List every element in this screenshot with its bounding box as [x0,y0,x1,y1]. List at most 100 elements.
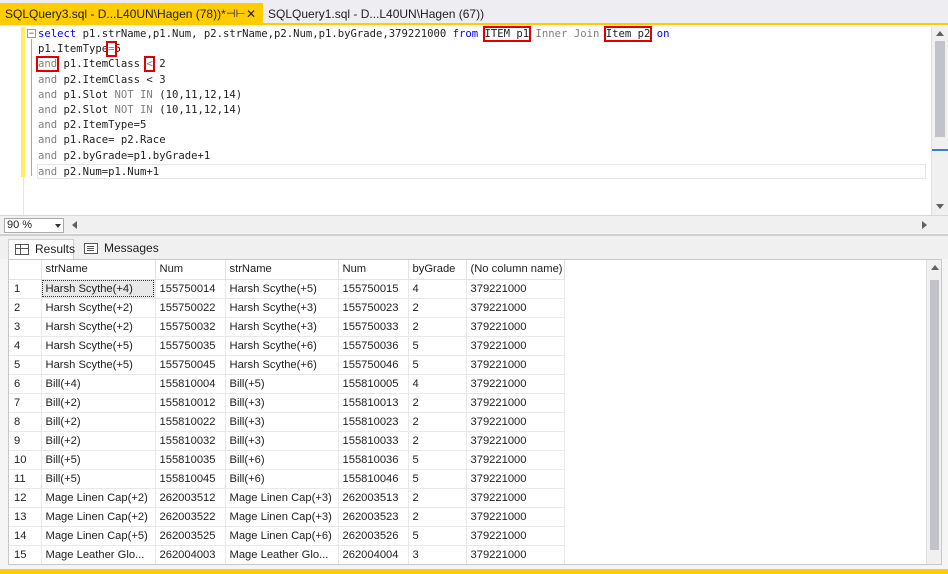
collapse-toggle-icon[interactable]: − [27,29,36,38]
table-cell[interactable]: 155810005 [338,374,409,394]
scroll-up-icon[interactable] [931,265,939,270]
table-cell[interactable]: Harsh Scythe(+5) [41,355,156,375]
table-cell[interactable]: 155810035 [155,450,226,470]
table-cell[interactable]: 155810045 [155,469,226,489]
table-row[interactable]: 13 Mage Linen Cap(+2) 262003522 Mage Linen … [9,507,565,527]
table-row[interactable]: 7 Bill(+2) 155810012 Bill(+3) 155810013 2 3792… [9,393,565,413]
table-cell[interactable]: Harsh Scythe(+2) [41,317,156,337]
table-cell[interactable]: Bill(+2) [41,393,156,413]
table-cell[interactable]: 2 [408,317,467,337]
close-icon[interactable]: ✕ [246,3,256,25]
row-number-cell[interactable]: 6 [9,374,42,394]
table-cell[interactable]: Harsh Scythe(+4) [41,279,156,299]
row-number-cell[interactable]: 11 [9,469,42,489]
table-cell[interactable]: 155810046 [338,469,409,489]
row-number-cell[interactable]: 5 [9,355,42,375]
row-number-cell[interactable]: 1 [9,279,42,299]
table-cell[interactable]: 155750045 [155,355,226,375]
table-row[interactable]: 15 Mage Leather Glo... 262004003 Mage Leath… [9,545,565,564]
table-cell[interactable]: 155750014 [155,279,226,299]
table-cell[interactable]: Mage Linen Cap(+3) [225,488,339,508]
row-number-cell[interactable]: 14 [9,526,42,546]
table-row[interactable]: 2 Harsh Scythe(+2) 155750022 Harsh Scythe(+… [9,298,565,318]
row-number-cell[interactable]: 8 [9,412,42,432]
chevron-down-icon[interactable] [55,224,61,228]
row-number-cell[interactable]: 12 [9,488,42,508]
table-cell[interactable]: Bill(+6) [225,469,339,489]
editor-vertical-scrollbar[interactable] [931,27,948,215]
table-cell[interactable]: 155750015 [338,279,409,299]
scroll-up-icon[interactable] [936,31,944,36]
table-cell[interactable]: 379221000 [466,526,565,546]
table-row[interactable]: 5 Harsh Scythe(+5) 155750045 Harsh Scythe(+… [9,355,565,375]
table-cell[interactable]: 2 [408,393,467,413]
table-row[interactable]: 3 Harsh Scythe(+2) 155750032 Harsh Scythe(+… [9,317,565,337]
grid-vertical-scrollbar[interactable] [926,260,941,564]
tab-sqlquery1[interactable]: SQLQuery1.sql - D...L40UN\Hagen (67)) [263,3,484,25]
table-cell[interactable]: 155750035 [155,336,226,356]
table-cell[interactable]: 5 [408,450,467,470]
table-cell[interactable]: 262003513 [338,488,409,508]
query-editor[interactable]: − select p1.strName,p1.Num, p2.strName,p… [0,26,948,215]
table-cell[interactable]: Bill(+5) [225,374,339,394]
table-cell[interactable]: Harsh Scythe(+5) [225,279,339,299]
table-row[interactable]: 14 Mage Linen Cap(+5) 262003525 Mage Linen … [9,526,565,546]
column-header-no-column-name[interactable]: (No column name) [466,260,565,280]
table-cell[interactable]: 262003522 [155,507,226,527]
scroll-down-icon[interactable] [936,204,944,209]
table-cell[interactable]: 155810004 [155,374,226,394]
table-cell[interactable]: Bill(+3) [225,431,339,451]
table-cell[interactable]: Mage Leather Glo... [41,545,156,564]
table-cell[interactable]: 262004004 [338,545,409,564]
table-cell[interactable]: Harsh Scythe(+3) [225,317,339,337]
row-number-cell[interactable]: 4 [9,336,42,356]
table-cell[interactable]: 4 [408,374,467,394]
table-cell[interactable]: Harsh Scythe(+6) [225,336,339,356]
table-cell[interactable]: 262003512 [155,488,226,508]
table-cell[interactable]: 155750032 [155,317,226,337]
table-cell[interactable]: Bill(+3) [225,393,339,413]
column-header-bygrade[interactable]: byGrade [408,260,467,280]
table-cell[interactable]: Mage Linen Cap(+2) [41,507,156,527]
table-cell[interactable]: 4 [408,279,467,299]
zoom-dropdown[interactable]: 90 % [4,218,64,233]
table-cell[interactable]: 2 [408,412,467,432]
table-cell[interactable]: Harsh Scythe(+2) [41,298,156,318]
table-cell[interactable]: Bill(+6) [225,450,339,470]
table-cell[interactable]: 2 [408,488,467,508]
table-cell[interactable]: 379221000 [466,431,565,451]
table-cell[interactable]: 379221000 [466,393,565,413]
table-row[interactable]: 9 Bill(+2) 155810032 Bill(+3) 155810033 2 3792… [9,431,565,451]
table-cell[interactable]: 155750036 [338,336,409,356]
table-cell[interactable]: 2 [408,298,467,318]
column-header-rownum[interactable] [9,260,42,280]
scroll-left-icon[interactable] [72,221,77,229]
results-grid[interactable]: strName Num strName Num byGrade (No colu… [8,259,942,565]
table-cell[interactable]: 262003523 [338,507,409,527]
table-row[interactable]: 4 Harsh Scythe(+5) 155750035 Harsh Scythe(+… [9,336,565,356]
table-cell[interactable]: Mage Leather Glo... [225,545,339,564]
table-cell[interactable]: 3 [408,545,467,564]
table-cell[interactable]: 155750046 [338,355,409,375]
table-cell[interactable]: Harsh Scythe(+6) [225,355,339,375]
table-cell[interactable]: 5 [408,526,467,546]
row-number-cell[interactable]: 2 [9,298,42,318]
table-cell[interactable]: 379221000 [466,355,565,375]
table-cell[interactable]: 5 [408,336,467,356]
table-row[interactable]: 12 Mage Linen Cap(+2) 262003512 Mage Linen … [9,488,565,508]
row-number-cell[interactable]: 7 [9,393,42,413]
table-cell[interactable]: 379221000 [466,412,565,432]
column-header-num-2[interactable]: Num [338,260,409,280]
table-cell[interactable]: Bill(+2) [41,412,156,432]
table-cell[interactable]: 155810036 [338,450,409,470]
table-cell[interactable]: Bill(+3) [225,412,339,432]
table-cell[interactable]: Bill(+4) [41,374,156,394]
table-cell[interactable]: 155750033 [338,317,409,337]
table-row[interactable]: 1 Harsh Scythe(+4) 155750014 Harsh Scythe(+… [9,279,565,299]
row-number-cell[interactable]: 15 [9,545,42,564]
table-cell[interactable]: 379221000 [466,545,565,564]
table-cell[interactable]: 155750023 [338,298,409,318]
table-cell[interactable]: Bill(+5) [41,469,156,489]
table-cell[interactable]: 379221000 [466,317,565,337]
table-cell[interactable]: Mage Linen Cap(+3) [225,507,339,527]
